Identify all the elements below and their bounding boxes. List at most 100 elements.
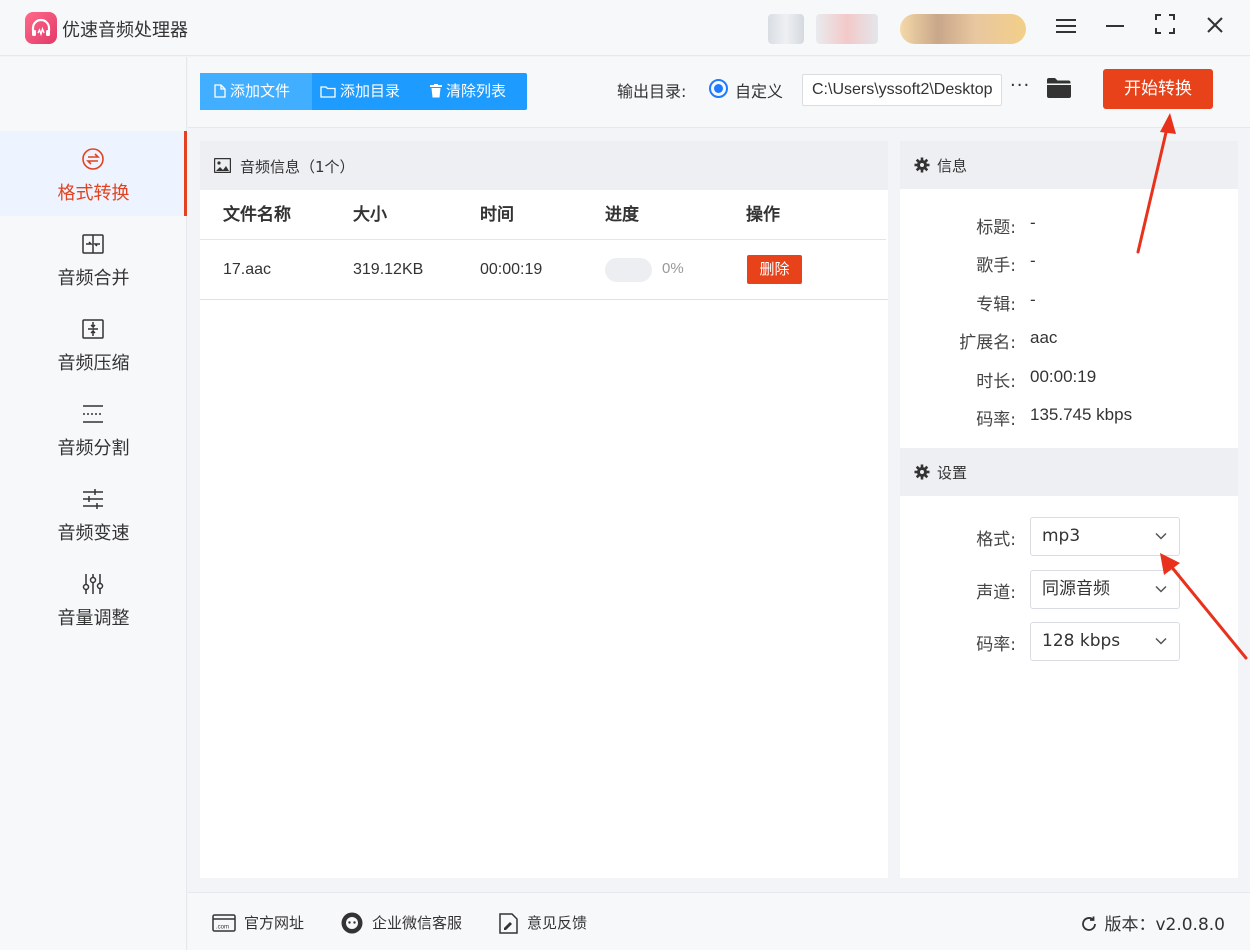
file-size-cell: 319.12KB xyxy=(353,261,424,278)
blurred-user-name xyxy=(816,14,878,44)
app-title: 优速音频处理器 xyxy=(62,20,188,41)
info-key-bitrate: 码率: xyxy=(976,410,1016,430)
audio-split-icon xyxy=(83,405,103,423)
row-divider xyxy=(200,299,888,300)
setting-key-channel: 声道: xyxy=(976,583,1016,603)
info-value-artist: - xyxy=(1030,251,1036,270)
column-header-progress: 进度 xyxy=(605,205,639,225)
audio-speed-icon xyxy=(83,489,103,509)
blurred-user-avatar xyxy=(768,14,804,44)
settings-header: 设置 xyxy=(900,448,1238,496)
bitrate-select-value: 128 kbps xyxy=(1042,631,1121,651)
output-dir-label: 输出目录: xyxy=(617,82,687,101)
close-icon[interactable] xyxy=(1200,13,1230,43)
info-key-artist: 歌手: xyxy=(976,256,1016,276)
audio-merge-icon xyxy=(82,234,104,254)
channel-select-value: 同源音频 xyxy=(1042,579,1110,599)
website-label: 官方网址 xyxy=(244,914,305,932)
app-window: 优速音频处理器 格式转换 音频合并 音频压缩 音频分割 音频变速 音量调整 添加… xyxy=(0,0,1250,950)
wechat-service-label: 企业微信客服 xyxy=(372,914,463,932)
clear-list-button[interactable]: 清除列表 xyxy=(430,73,506,110)
info-key-extension: 扩展名: xyxy=(959,333,1016,353)
info-value-duration: 00:00:19 xyxy=(1030,367,1097,386)
clear-list-label: 清除列表 xyxy=(446,82,507,100)
trash-icon xyxy=(430,84,442,98)
column-header-size: 大小 xyxy=(353,205,387,225)
right-panel: 信息 标题: - 歌手: - 专辑: - 扩展名: aac 时长: 00:00:… xyxy=(900,141,1238,878)
info-value-bitrate: 135.745 kbps xyxy=(1030,405,1133,424)
info-key-title: 标题: xyxy=(976,218,1016,238)
add-dir-button[interactable]: 添加目录 xyxy=(320,73,400,110)
website-link[interactable]: .com 官方网址 xyxy=(212,912,304,934)
svg-text:.com: .com xyxy=(216,925,229,931)
add-file-button[interactable]: 添加文件 xyxy=(200,73,312,110)
sidebar-item-label: 音量调整 xyxy=(57,608,130,629)
maximize-icon[interactable] xyxy=(1150,13,1180,43)
column-header-time: 时间 xyxy=(480,205,514,225)
progress-bar xyxy=(605,258,652,282)
start-convert-button[interactable]: 开始转换 xyxy=(1103,69,1213,109)
settings-title: 设置 xyxy=(937,464,968,482)
wechat-icon xyxy=(341,912,363,934)
info-header: 信息 xyxy=(900,141,1238,189)
column-header-name: 文件名称 xyxy=(223,205,291,225)
sidebar-item-volume-adjust[interactable]: 音量调整 xyxy=(0,556,187,641)
info-key-album: 专辑: xyxy=(976,295,1016,315)
gear-icon xyxy=(914,464,930,480)
info-value-title: - xyxy=(1030,213,1036,232)
add-file-label: 添加文件 xyxy=(230,82,291,100)
refresh-icon xyxy=(1082,916,1097,931)
format-select[interactable]: mp3 xyxy=(1030,517,1180,556)
feedback-link[interactable]: 意见反馈 xyxy=(499,912,587,934)
sidebar-item-label: 音频压缩 xyxy=(57,353,130,374)
file-icon xyxy=(214,84,226,98)
file-actions-group: 添加文件 添加目录 清除列表 xyxy=(200,73,527,110)
format-convert-icon xyxy=(82,148,104,170)
channel-select[interactable]: 同源音频 xyxy=(1030,570,1180,609)
sidebar-item-audio-compress[interactable]: 音频压缩 xyxy=(0,301,187,386)
bitrate-select[interactable]: 128 kbps xyxy=(1030,622,1180,661)
column-header-action: 操作 xyxy=(746,205,780,225)
info-title: 信息 xyxy=(937,157,968,175)
sidebar: 格式转换 音频合并 音频压缩 音频分割 音频变速 音量调整 xyxy=(0,57,187,950)
add-dir-label: 添加目录 xyxy=(340,82,401,100)
format-select-value: mp3 xyxy=(1042,526,1081,546)
more-options-button[interactable]: ··· xyxy=(1010,75,1030,96)
toolbar: 添加文件 添加目录 清除列表 输出目录: 自定义 C:\Users\yssoft… xyxy=(188,57,1250,128)
wechat-service-link[interactable]: 企业微信客服 xyxy=(340,912,462,934)
sidebar-item-audio-split[interactable]: 音频分割 xyxy=(0,386,187,471)
info-value-extension: aac xyxy=(1030,328,1058,347)
minimize-icon[interactable] xyxy=(1100,13,1130,43)
output-path-input[interactable]: C:\Users\yssoft2\Desktop xyxy=(802,74,1002,106)
delete-button[interactable]: 删除 xyxy=(747,255,802,284)
open-folder-icon[interactable] xyxy=(1046,77,1072,103)
file-name-cell: 17.aac xyxy=(223,261,272,278)
custom-radio-label[interactable]: 自定义 xyxy=(735,78,783,102)
setting-key-bitrate: 码率: xyxy=(976,635,1016,655)
file-time-cell: 00:00:19 xyxy=(480,261,543,278)
feedback-icon xyxy=(499,913,518,934)
feedback-label: 意见反馈 xyxy=(527,914,588,932)
sidebar-item-audio-merge[interactable]: 音频合并 xyxy=(0,216,187,301)
title-bar: 优速音频处理器 xyxy=(0,0,1250,56)
setting-key-format: 格式: xyxy=(976,530,1016,550)
info-key-duration: 时长: xyxy=(976,372,1016,392)
app-logo-icon xyxy=(25,12,57,44)
sidebar-item-audio-speed[interactable]: 音频变速 xyxy=(0,471,187,556)
version-label: 版本：v2.0.8.0 xyxy=(1104,915,1225,935)
custom-radio[interactable] xyxy=(709,79,728,98)
chevron-down-icon xyxy=(1155,637,1167,645)
gear-icon xyxy=(914,157,930,173)
file-count-title: 音频信息（1个） xyxy=(240,158,355,176)
info-value-album: - xyxy=(1030,290,1036,309)
audio-compress-icon xyxy=(82,319,104,339)
header-divider xyxy=(200,239,886,240)
folder-outline-icon xyxy=(320,86,336,98)
chevron-down-icon xyxy=(1155,585,1167,593)
blurred-account-badge[interactable] xyxy=(900,14,1026,44)
sidebar-item-label: 音频分割 xyxy=(57,438,130,459)
menu-icon[interactable] xyxy=(1051,13,1081,43)
sidebar-item-label: 音频合并 xyxy=(57,268,130,289)
sidebar-item-format-convert[interactable]: 格式转换 xyxy=(0,131,187,216)
version-info[interactable]: 版本：v2.0.8.0 xyxy=(1080,910,1225,935)
